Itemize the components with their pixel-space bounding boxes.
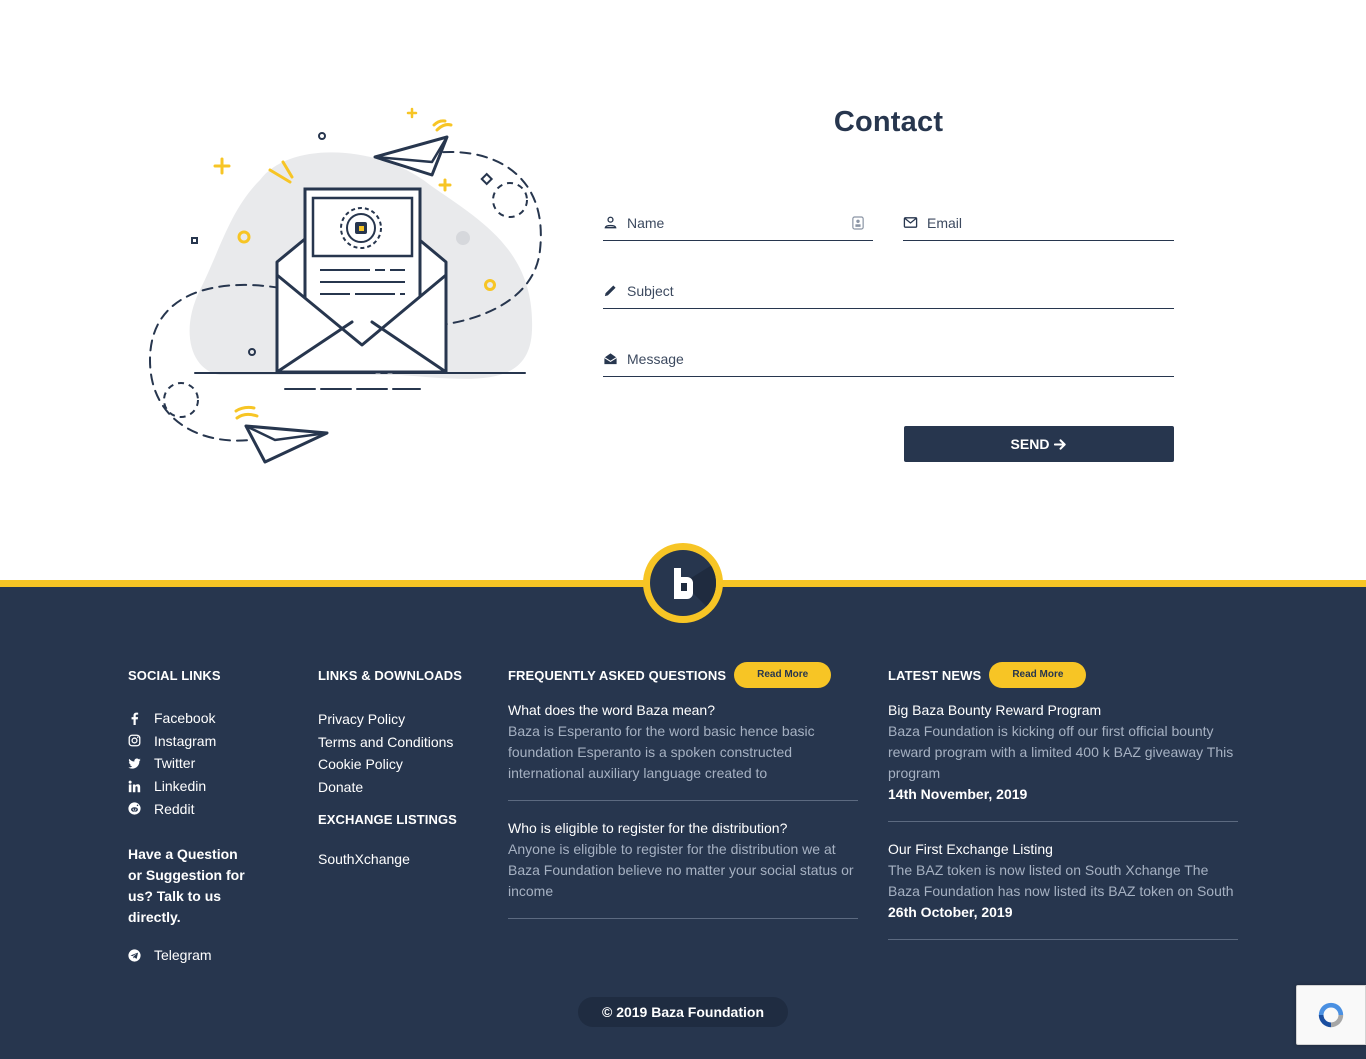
faq-column: FREQUENTLY ASKED QUESTIONS Read More Wha… — [508, 662, 858, 919]
news-title[interactable]: Our First Exchange Listing — [888, 839, 1238, 860]
social-link-facebook[interactable]: Facebook — [128, 707, 298, 730]
contact-title: Contact — [833, 106, 944, 138]
message-input[interactable] — [627, 343, 1174, 374]
social-link-label: Facebook — [154, 710, 216, 727]
mail-illustration — [148, 107, 542, 464]
contact-question-text: Have a Question or Suggestion for us? Ta… — [128, 845, 245, 925]
faq-read-more-button[interactable]: Read More — [734, 662, 832, 688]
email-field[interactable] — [903, 205, 1174, 241]
send-button[interactable]: SEND — [904, 426, 1174, 462]
link-privacy-policy[interactable]: Privacy Policy — [318, 708, 488, 731]
news-summary: The BAZ token is now listed on South Xch… — [888, 862, 1234, 899]
news-list: Big Baza Bounty Reward Program Baza Foun… — [888, 700, 1238, 940]
faq-item: Who is eligible to register for the dist… — [508, 818, 858, 919]
subject-input[interactable] — [627, 275, 1174, 306]
telegram-icon — [128, 949, 154, 962]
faq-question[interactable]: Who is eligible to register for the dist… — [508, 818, 858, 839]
social-link-label: Reddit — [154, 800, 195, 817]
link-donate[interactable]: Donate — [318, 776, 488, 799]
twitter-icon — [128, 757, 154, 770]
link-terms-and-conditions[interactable]: Terms and Conditions — [318, 731, 488, 754]
reddit-icon — [128, 802, 154, 815]
baza-logo[interactable] — [643, 543, 723, 623]
latest-news-title: LATEST NEWS — [888, 667, 982, 683]
footer: SOCIAL LINKS Facebook Instagram Twitter … — [0, 543, 1366, 1059]
instagram-icon — [128, 734, 154, 747]
faq-list: What does the word Baza mean? Baza is Es… — [508, 700, 858, 919]
news-date: 14th November, 2019 — [888, 786, 1028, 802]
news-item: Big Baza Bounty Reward Program Baza Foun… — [888, 700, 1238, 822]
social-link-telegram[interactable]: Telegram — [128, 944, 298, 967]
links-downloads-column: LINKS & DOWNLOADS Privacy Policy Terms a… — [318, 668, 488, 867]
social-links-title: SOCIAL LINKS — [128, 668, 221, 683]
faq-title: FREQUENTLY ASKED QUESTIONS — [508, 667, 727, 683]
email-input[interactable] — [927, 207, 1174, 238]
pencil-icon — [603, 282, 627, 300]
social-list: Facebook Instagram Twitter Linkedin Redd… — [128, 707, 298, 820]
copyright-badge: © 2019 Baza Foundation — [578, 997, 788, 1027]
recaptcha-icon — [1318, 1002, 1344, 1028]
contact-section: Contact SEND — [0, 0, 1366, 580]
links-downloads-title: LINKS & DOWNLOADS — [318, 668, 462, 683]
link-cookie-policy[interactable]: Cookie Policy — [318, 753, 488, 776]
faq-answer: Anyone is eligible to register for the d… — [508, 841, 854, 899]
message-field[interactable] — [603, 341, 1174, 377]
telegram-list: Telegram — [128, 944, 298, 967]
news-date: 26th October, 2019 — [888, 904, 1013, 920]
faq-answer: Baza is Esperanto for the word basic hen… — [508, 723, 815, 781]
news-item: Our First Exchange Listing The BAZ token… — [888, 839, 1238, 940]
social-link-reddit[interactable]: Reddit — [128, 797, 298, 820]
envelope-icon — [903, 214, 927, 232]
social-link-label: Instagram — [154, 732, 217, 749]
autofill-icon[interactable] — [851, 215, 865, 231]
links-list: Privacy Policy Terms and Conditions Cook… — [318, 708, 488, 798]
open-envelope-icon — [603, 350, 627, 368]
name-field[interactable] — [603, 205, 873, 241]
arrow-right-icon — [1054, 438, 1067, 450]
recaptcha-badge[interactable] — [1296, 985, 1366, 1045]
user-icon — [603, 214, 627, 232]
exchange-listings-title: EXCHANGE LISTINGS — [318, 812, 457, 828]
social-link-label: Twitter — [154, 755, 196, 772]
linkedin-icon — [128, 780, 154, 793]
send-label: SEND — [1010, 436, 1050, 452]
social-links-column: SOCIAL LINKS Facebook Instagram Twitter … — [128, 668, 298, 967]
link-southxchange[interactable]: SouthXchange — [318, 851, 488, 867]
telegram-label: Telegram — [154, 947, 212, 964]
subject-field[interactable] — [603, 273, 1174, 309]
exchange-list: SouthXchange — [318, 851, 488, 867]
social-link-instagram[interactable]: Instagram — [128, 730, 298, 753]
news-title[interactable]: Big Baza Bounty Reward Program — [888, 700, 1238, 721]
social-link-twitter[interactable]: Twitter — [128, 752, 298, 775]
faq-item: What does the word Baza mean? Baza is Es… — [508, 700, 858, 801]
faq-question[interactable]: What does the word Baza mean? — [508, 700, 858, 721]
social-link-linkedin[interactable]: Linkedin — [128, 775, 298, 798]
social-link-label: Linkedin — [154, 778, 207, 795]
news-read-more-button[interactable]: Read More — [989, 662, 1087, 688]
news-summary: Baza Foundation is kicking off our first… — [888, 723, 1234, 781]
latest-news-column: LATEST NEWS Read More Big Baza Bounty Re… — [888, 662, 1238, 940]
name-input[interactable] — [627, 207, 851, 238]
facebook-icon — [128, 712, 154, 725]
